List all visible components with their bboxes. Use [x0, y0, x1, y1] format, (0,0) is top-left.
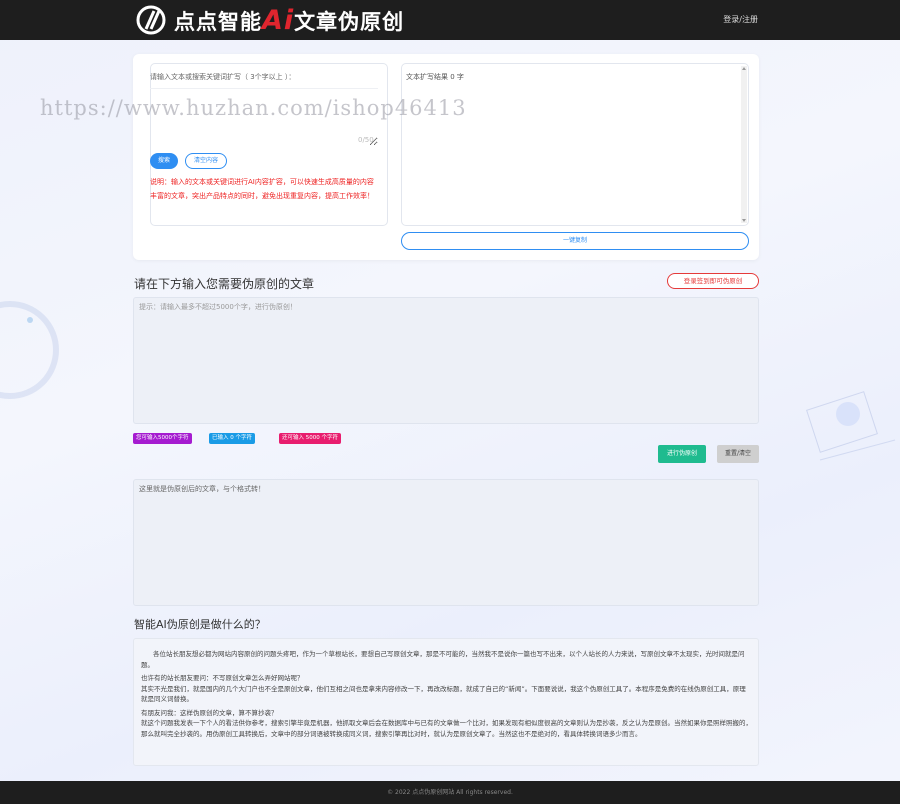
article-input-placeholder: 提示：请输入最多不超过5000个字，进行伪原创！: [139, 303, 297, 311]
logo-text-part-two: 文章伪原创: [294, 9, 405, 34]
result-scrollbar[interactable]: [741, 66, 747, 223]
login-register-link[interactable]: 登录/注册: [723, 14, 758, 25]
rewrite-output[interactable]: 这里就是伪原创后的文章，与个格式转！: [133, 479, 759, 606]
background-decoration: [0, 280, 60, 420]
expand-button[interactable]: 搜索: [150, 153, 178, 169]
about-content: 各位站长朋友想必都为网站内容原创的问题头疼吧，作为一个草根站长，要想自己写原创文…: [133, 638, 759, 766]
about-paragraph: 各位站长朋友想必都为网站内容原创的问题头疼吧，作为一个草根站长，要想自己写原创文…: [141, 650, 745, 669]
chars-entered-badge: 已输入 0 个字符: [209, 433, 255, 444]
about-paragraph: 也许有的站长朋友要问：不写原创文章怎么弄好网站呢？ 其实不光是我们，就是国内的几…: [141, 674, 746, 703]
logo-text-part-one: 点点智能: [174, 9, 262, 34]
scroll-up-icon[interactable]: [742, 67, 746, 70]
logo-icon: [136, 5, 170, 35]
about-title: 智能AI伪原创是做什么的？: [134, 618, 266, 631]
chars-remaining-badge: 还可输入 5000 个字符: [279, 433, 341, 444]
background-decoration: [800, 380, 900, 490]
keyword-note: 说明：输入的文本或关键词进行AI内容扩容，可以快速生成高质量的内容丰富的文章，突…: [150, 178, 374, 200]
article-input[interactable]: 提示：请输入最多不超过5000个字，进行伪原创！: [133, 297, 759, 424]
rewrite-section-title: 请在下方输入您需要伪原创的文章: [134, 277, 315, 291]
reset-button[interactable]: 重置/清空: [717, 445, 759, 463]
top-navigation-bar: 点点智能Ai文章伪原创 登录/注册: [0, 0, 900, 40]
keyword-label: 请输入文本或搜索关键词扩写（ 3个字以上 ）：: [150, 73, 296, 81]
footer-copyright: © 2022 点点伪原创网站 All rights reserved.: [0, 781, 900, 804]
expansion-result-title: 文本扩写结果 0 字: [406, 73, 464, 81]
logo-text: 点点智能Ai文章伪原创: [174, 5, 404, 36]
watermark-text: https://www.huzhan.com/ishop46413: [40, 96, 467, 120]
scroll-down-icon[interactable]: [742, 219, 746, 222]
logo-text-ai: Ai: [262, 4, 295, 36]
clear-content-button[interactable]: 清空内容: [185, 153, 227, 169]
site-logo[interactable]: 点点智能Ai文章伪原创: [136, 5, 404, 36]
about-paragraph: 有朋友问我：这样伪原创的文章，算不算抄袭？ 就这个问题我发表一下个人的看法供你参…: [141, 708, 752, 738]
start-rewrite-button[interactable]: 进行伪原创: [658, 445, 706, 463]
expansion-result-panel: [401, 63, 749, 226]
login-to-rewrite-button[interactable]: 登录签到即可伪原创: [667, 273, 759, 289]
rewrite-output-placeholder: 这里就是伪原创后的文章，与个格式转！: [139, 485, 265, 493]
char-limit-badge: 您可输入5000个字符: [133, 433, 192, 444]
keyword-char-count: 0/50: [358, 136, 374, 144]
copy-all-button[interactable]: 一键复制: [401, 232, 749, 250]
